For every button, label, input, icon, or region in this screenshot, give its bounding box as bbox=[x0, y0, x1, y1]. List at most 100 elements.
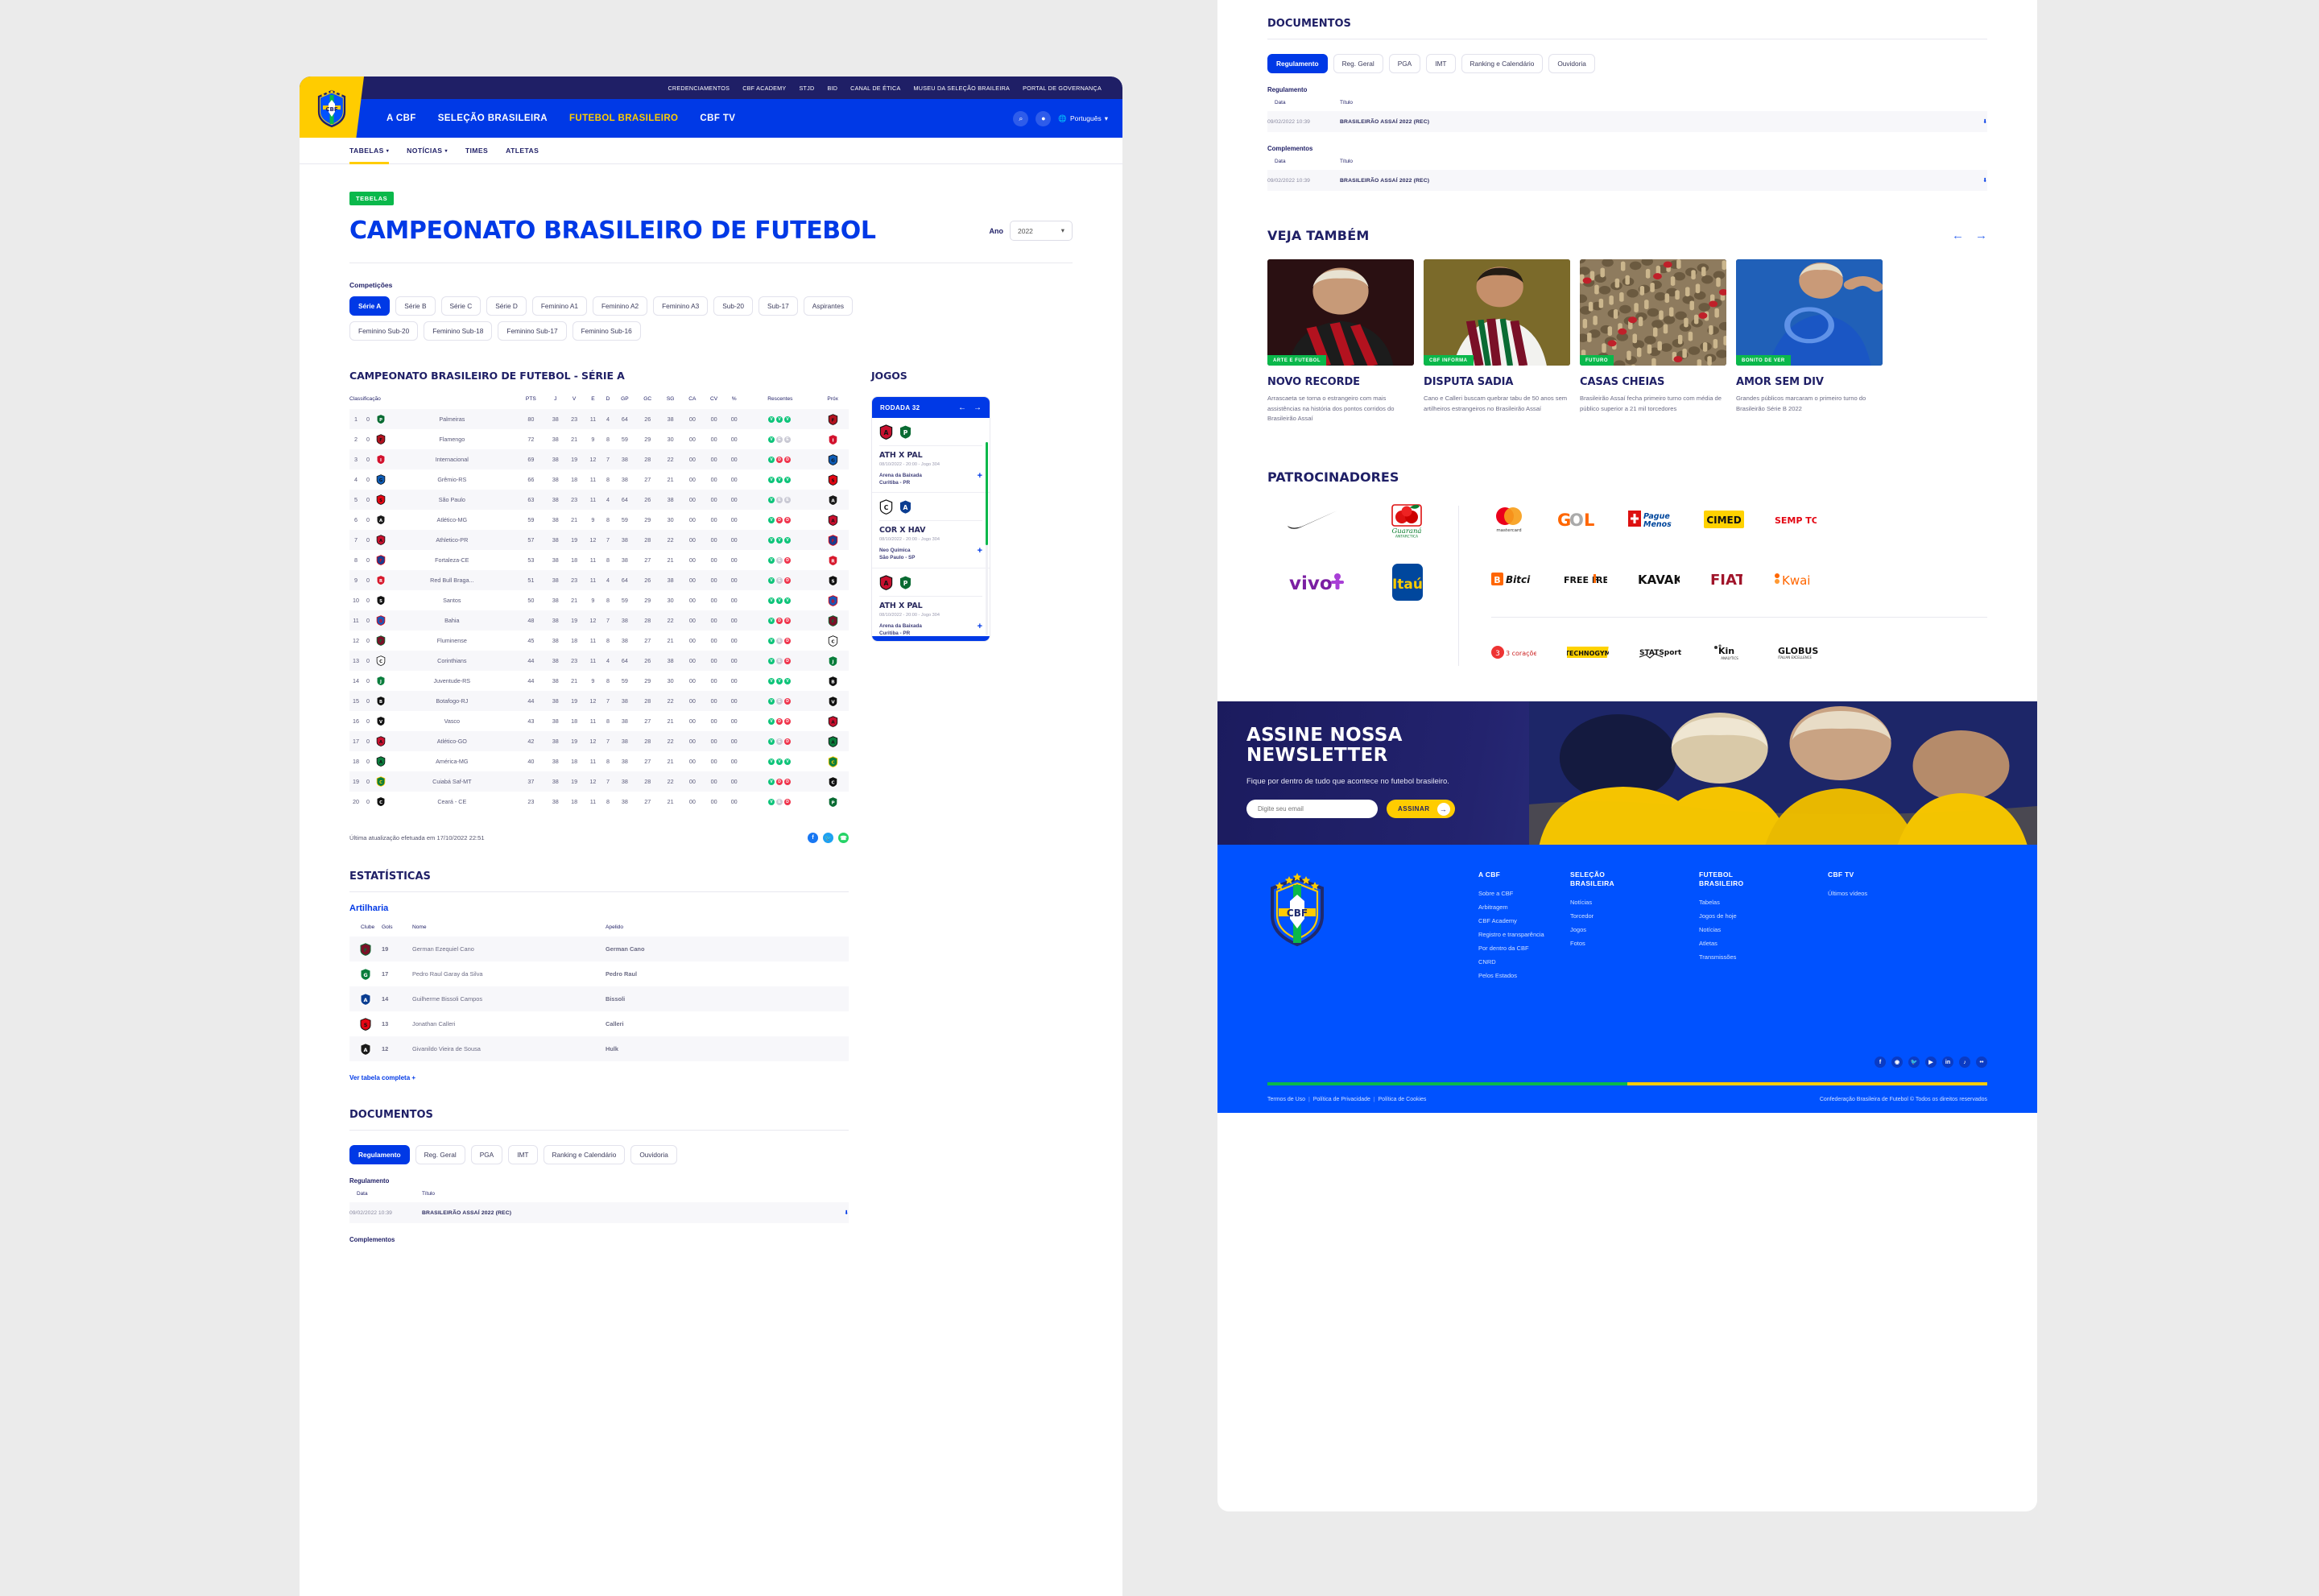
footer-link[interactable]: Jogos de hoje bbox=[1699, 912, 1828, 920]
nav-link-seleção-brasileira[interactable]: SELEÇÃO BRASILEIRA bbox=[438, 114, 548, 123]
legal-link[interactable]: Política de Privacidade bbox=[1313, 1097, 1370, 1102]
utility-link[interactable]: STJD bbox=[799, 85, 814, 92]
competition-chip[interactable]: Feminino Sub-17 bbox=[498, 321, 567, 341]
table-row[interactable]: 8 0 F Fortaleza-CE 53 38 18 11 8 38 27 21 00 00 00 V E D R bbox=[349, 550, 849, 570]
document-chip[interactable]: Regulamento bbox=[1267, 54, 1328, 73]
footer-link[interactable]: Tabelas bbox=[1699, 899, 1828, 906]
footer-link[interactable]: Fotos bbox=[1570, 940, 1699, 947]
competition-chip[interactable]: Aspirantes bbox=[803, 296, 853, 316]
competition-chip[interactable]: Feminino A1 bbox=[531, 296, 587, 316]
download-icon[interactable]: ⬇ bbox=[828, 1202, 849, 1223]
user-icon[interactable]: ● bbox=[1035, 110, 1052, 126]
download-icon[interactable]: ⬇ bbox=[1956, 111, 1987, 132]
footer-link[interactable]: Transmissões bbox=[1699, 953, 1828, 961]
nav-link-futebol-brasileiro[interactable]: FUTEBOL BRASILEIRO bbox=[569, 114, 678, 123]
document-chip[interactable]: Regulamento bbox=[349, 1145, 410, 1164]
table-row[interactable]: 1 0 P Palmeiras 80 38 23 11 4 64 26 38 00 00 00 V V V F bbox=[349, 409, 849, 429]
footer-link[interactable]: Notícias bbox=[1699, 926, 1828, 933]
footer-link[interactable]: Pelos Estados bbox=[1478, 972, 1570, 979]
sponsor-technogym[interactable]: TECHNOGYM bbox=[1567, 639, 1609, 666]
competition-chip[interactable]: Feminino A2 bbox=[592, 296, 648, 316]
table-row[interactable]: 7 0 A Athletico-PR 57 38 19 12 7 38 28 22 00 00 00 V V V F bbox=[349, 530, 849, 550]
document-chip[interactable]: IMT bbox=[1426, 54, 1456, 73]
table-row[interactable]: 5 0 S São Paulo 63 38 23 11 4 64 26 38 00 00 00 V E E A bbox=[349, 490, 849, 510]
subnav-item-tabelas[interactable]: TABELAS ▾ bbox=[349, 138, 390, 164]
match-card[interactable]: A P ATH X PAL 08/10/2022 - 20:00 - Jogo 304… bbox=[872, 569, 990, 637]
table-row[interactable]: 09/02/2022 10:39 BRASILEIRÃO ASSAÍ 2022 … bbox=[1267, 111, 1987, 132]
competition-chip[interactable]: Série D bbox=[486, 296, 527, 316]
scrollbar-thumb[interactable] bbox=[986, 442, 988, 545]
table-row[interactable]: 12 0 F Fluminense 45 38 18 11 8 38 27 21 00 00 00 V E D C bbox=[349, 631, 849, 651]
competition-chip[interactable]: Feminino Sub-16 bbox=[572, 321, 641, 341]
expand-icon[interactable]: + bbox=[978, 545, 982, 558]
sponsor-vivo[interactable]: vivo bbox=[1288, 569, 1346, 596]
footer-link[interactable]: Notícias bbox=[1570, 899, 1699, 906]
competition-chip[interactable]: Sub-17 bbox=[759, 296, 798, 316]
news-card[interactable]: ARTE E FUTEBOL NOVO RECORDE Arrascaeta se … bbox=[1267, 259, 1414, 424]
sponsor-pague-menos[interactable]: Pague Menos bbox=[1628, 506, 1673, 533]
sponsor-bitci[interactable]: B Bitci bbox=[1491, 565, 1533, 593]
nav-link-cbf-tv[interactable]: CBF TV bbox=[700, 114, 735, 123]
table-row[interactable]: 14 0 J Juventude-RS 44 38 21 9 8 59 29 30 00 00 00 V V V B bbox=[349, 671, 849, 691]
table-row[interactable]: 3 0 I Internacional 69 38 19 12 7 38 28 22 00 00 00 V D D… bbox=[349, 449, 849, 469]
document-chip[interactable]: Ouvidoria bbox=[1548, 54, 1595, 73]
document-chip[interactable]: Ouvidoria bbox=[630, 1145, 677, 1164]
ver-tabela-completa-link[interactable]: Ver tabela completa + bbox=[349, 1074, 849, 1081]
table-row[interactable]: 09/02/2022 10:39 BRASILEIRÃO ASSAÍ 2022 … bbox=[349, 1202, 849, 1223]
news-card[interactable]: BONITO DE VER AMOR SEM DIV Grandes público… bbox=[1736, 259, 1883, 424]
legal-link[interactable]: Política de Cookies bbox=[1379, 1097, 1427, 1102]
table-row[interactable]: 13 0 C Corinthians 44 38 23 11 4 64 26 38 00 00 00 V E D J bbox=[349, 651, 849, 671]
arrow-left-icon[interactable]: ← bbox=[958, 403, 966, 412]
table-row[interactable]: 19 0 C Cuiabá Saf-MT 37 38 19 12 7 38 28 22 00 00 00 V D… bbox=[349, 771, 849, 792]
cbf-logo[interactable]: CBF bbox=[300, 76, 364, 138]
document-chip[interactable]: Reg. Geral bbox=[415, 1145, 465, 1164]
subnav-item-times[interactable]: TIMES bbox=[465, 138, 488, 164]
table-row[interactable]: 15 0 B Botafogo-RJ 44 38 19 12 7 38 28 22 00 00 00 V E D V bbox=[349, 691, 849, 711]
table-row[interactable]: 11 0 B Bahia 48 38 19 12 7 38 28 22 00 00 00 V D D F bbox=[349, 610, 849, 631]
sponsor-statsports[interactable]: STATSports bbox=[1639, 639, 1681, 666]
document-chip[interactable]: PGA bbox=[470, 1145, 503, 1164]
sponsor-guarana-antarctica[interactable]: Guaraná ANTARCTICA bbox=[1386, 503, 1428, 539]
document-chip[interactable]: IMT bbox=[508, 1145, 538, 1164]
jogos-list[interactable]: A P ATH X PAL 08/10/2022 - 20:00 - Jogo 304… bbox=[872, 418, 990, 636]
subnav-item-atletas[interactable]: ATLETAS bbox=[506, 138, 539, 164]
utility-link[interactable]: CANAL DE ÉTICA bbox=[850, 85, 900, 92]
linkedin-icon[interactable]: in bbox=[1942, 1056, 1953, 1069]
youtube-icon[interactable]: ▶ bbox=[1925, 1056, 1937, 1069]
sponsor-kavak[interactable]: KAVAK bbox=[1638, 565, 1680, 593]
sponsor-fiat[interactable]: FIAT bbox=[1710, 565, 1742, 593]
footer-link[interactable]: CNRD bbox=[1478, 958, 1570, 965]
footer-link[interactable]: CBF Academy bbox=[1478, 917, 1570, 924]
arrow-right-icon[interactable]: → bbox=[1975, 229, 1987, 242]
table-row[interactable]: A 14 Guilherme Bissoli Campos Bissoli bbox=[349, 986, 849, 1011]
footer-link[interactable]: Últimos vídeos bbox=[1828, 890, 1957, 897]
search-icon[interactable]: ⌕ bbox=[1013, 110, 1029, 126]
utility-link[interactable]: PORTAL DE GOVERNANÇA bbox=[1023, 85, 1102, 92]
sponsor-3-coracoes[interactable]: 3 3 corações bbox=[1491, 639, 1536, 666]
arrow-right-icon[interactable]: → bbox=[973, 403, 982, 412]
sponsor-gol[interactable]: G O L bbox=[1557, 506, 1598, 533]
footer-link[interactable]: Atletas bbox=[1699, 940, 1828, 947]
competition-chip[interactable]: Série B bbox=[395, 296, 436, 316]
competition-chip[interactable]: Série C bbox=[440, 296, 482, 316]
sponsor-itau[interactable]: Itaú bbox=[1391, 563, 1424, 601]
utility-link[interactable]: BID bbox=[827, 85, 837, 92]
table-row[interactable]: 20 0 C Ceará - CE 23 38 18 11 8 38 27 21 00 00 00 V E D P bbox=[349, 792, 849, 812]
table-row[interactable]: A 12 Givanildo Vieira de Sousa Hulk bbox=[349, 1036, 849, 1061]
flickr-icon[interactable]: •• bbox=[1976, 1056, 1987, 1069]
table-row[interactable]: 10 0 S Santos 50 38 21 9 8 59 29 30 00 00 00 V V V B bbox=[349, 590, 849, 610]
sponsor-kwai[interactable]: Kwai bbox=[1773, 565, 1815, 593]
email-field[interactable] bbox=[1246, 800, 1378, 819]
competition-chip[interactable]: Feminino A3 bbox=[653, 296, 709, 316]
table-row[interactable]: 09/02/2022 10:39 BRASILEIRÃO ASSAÍ 2022 … bbox=[1267, 170, 1987, 191]
nav-link-a-cbf[interactable]: A CBF bbox=[386, 114, 416, 123]
utility-link[interactable]: CBF ACADEMY bbox=[742, 85, 786, 92]
table-row[interactable]: 17 0 A Atlético-GO 42 38 19 12 7 38 28 22 00 00 00 V E D A bbox=[349, 731, 849, 751]
twitter-icon[interactable]: 🐦 bbox=[1908, 1056, 1920, 1069]
table-row[interactable]: 6 0 A Atlético-MG 59 38 21 9 8 59 29 30 00 00 00 V D D A bbox=[349, 510, 849, 530]
whatsapp-icon[interactable]: ☎ bbox=[838, 833, 849, 843]
table-row[interactable]: 2 0 F Flamengo 72 38 21 9 8 59 29 30 00 00 00 V E E I bbox=[349, 429, 849, 449]
sponsor-kin-analytics[interactable]: Kin ANALYTICS bbox=[1712, 639, 1747, 666]
document-chip[interactable]: Ranking e Calendário bbox=[543, 1145, 626, 1164]
footer-link[interactable]: Jogos bbox=[1570, 926, 1699, 933]
